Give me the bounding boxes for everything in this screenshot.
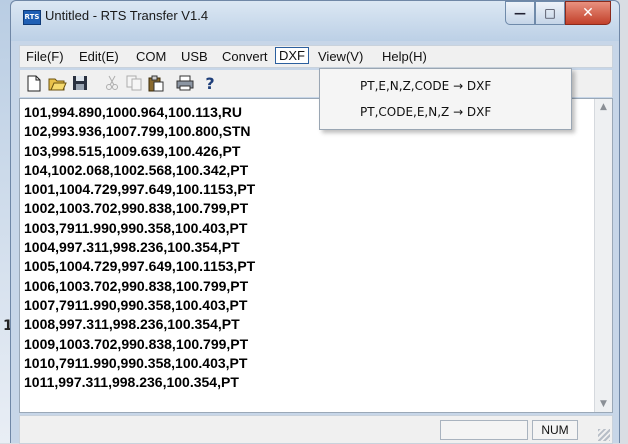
text-line: 103,998.515,1009.639,100.426,PT <box>24 142 241 159</box>
text-line: 104,1002.068,1002.568,100.342,PT <box>24 161 249 178</box>
close-icon: ✕ <box>582 5 594 21</box>
text-line: 1011,997.311,998.236,100.354,PT <box>24 374 239 391</box>
window-controls: — □ ✕ <box>505 1 611 25</box>
cut-icon <box>106 75 118 90</box>
menu-file[interactable]: File(F) <box>24 48 66 65</box>
menu-dxf[interactable]: DXF <box>275 47 309 64</box>
title-bar[interactable]: RTS Untitled - RTS Transfer V1.4 — □ ✕ <box>11 1 619 41</box>
new-file-button[interactable] <box>24 73 44 93</box>
text-line: 1008,997.311,998.236,100.354,PT <box>24 316 240 333</box>
status-bar: NUM <box>19 415 613 444</box>
minimize-icon: — <box>514 6 526 20</box>
menu-bar: File(F) Edit(E) COM USB Convert DXF View… <box>19 45 613 68</box>
menu-usb[interactable]: USB <box>179 48 210 65</box>
open-folder-icon <box>48 78 67 90</box>
open-button[interactable] <box>47 73 67 93</box>
dxf-menu-item-pt-code-e-n-z[interactable]: PT,CODE,E,N,Z → DXF <box>360 105 491 119</box>
maximize-icon: □ <box>544 6 556 20</box>
copy-icon <box>126 75 142 91</box>
text-line: 102,993.936,1007.799,100.800,STN <box>24 123 251 140</box>
paste-icon <box>148 75 164 91</box>
text-line: 101,994.890,1000.964,100.113,RU <box>24 104 242 120</box>
rts-app-icon[interactable]: RTS <box>23 10 41 25</box>
new-file-icon <box>27 75 41 91</box>
status-panel <box>440 420 528 440</box>
menu-help[interactable]: Help(H) <box>380 48 429 65</box>
text-line: 1004,997.311,998.236,100.354,PT <box>24 239 240 256</box>
print-icon <box>176 75 194 91</box>
save-button[interactable] <box>70 73 90 93</box>
scroll-up-icon[interactable]: ▲ <box>595 99 612 115</box>
cut-button[interactable] <box>102 73 122 93</box>
text-line: 1007,7911.990,990.358,100.403,PT <box>24 296 248 313</box>
window-title: Untitled - RTS Transfer V1.4 <box>45 8 209 23</box>
text-line: 1010,7911.990,990.358,100.403,PT <box>24 354 248 371</box>
minimize-button[interactable]: — <box>505 1 535 25</box>
resize-grip-icon[interactable] <box>598 429 610 441</box>
print-button[interactable] <box>175 73 195 93</box>
close-button[interactable]: ✕ <box>565 1 611 25</box>
text-line: 1009,1003.702,990.838,100.799,PT <box>24 335 249 352</box>
menu-com[interactable]: COM <box>134 48 168 65</box>
help-icon: ? <box>205 73 215 93</box>
dxf-menu-item-pt-e-n-z-code[interactable]: PT,E,N,Z,CODE → DXF <box>360 79 491 93</box>
maximize-button[interactable]: □ <box>535 1 565 25</box>
menu-edit[interactable]: Edit(E) <box>77 48 121 65</box>
num-lock-indicator: NUM <box>532 420 578 440</box>
text-line: 1005,1004.729,997.649,100.1153,PT <box>24 258 256 275</box>
save-icon <box>73 76 87 90</box>
text-line: 1003,7911.990,990.358,100.403,PT <box>24 219 248 236</box>
vertical-scrollbar[interactable]: ▲ ▼ <box>594 99 612 412</box>
paste-button[interactable] <box>146 73 166 93</box>
coordinate-list: 101,994.890,1000.964,100.113,RU 102,993.… <box>24 103 255 392</box>
help-button[interactable]: ? <box>200 73 220 93</box>
dxf-dropdown-menu: PT,E,N,Z,CODE → DXF PT,CODE,E,N,Z → DXF <box>319 68 572 130</box>
text-editor[interactable]: 101,994.890,1000.964,100.113,RU 102,993.… <box>19 98 613 413</box>
menu-view[interactable]: View(V) <box>316 48 365 65</box>
text-line: 1001,1004.729,997.649,100.1153,PT <box>24 181 256 198</box>
text-line: 1002,1003.702,990.838,100.799,PT <box>24 200 249 217</box>
copy-button[interactable] <box>124 73 144 93</box>
app-window: RTS Untitled - RTS Transfer V1.4 — □ ✕ F… <box>10 0 620 444</box>
text-line: 1006,1003.702,990.838,100.799,PT <box>24 277 249 294</box>
scroll-down-icon[interactable]: ▼ <box>595 396 612 412</box>
menu-convert[interactable]: Convert <box>220 48 270 65</box>
